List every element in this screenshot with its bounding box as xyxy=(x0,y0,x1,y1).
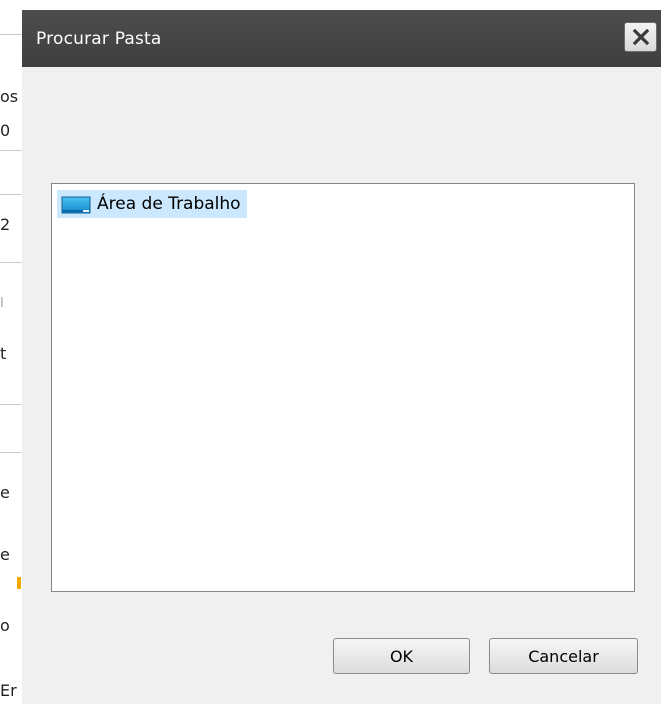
close-button[interactable] xyxy=(624,22,657,52)
background-window: os 0 2 I t e e o Er xyxy=(0,0,22,704)
browse-folder-dialog: Procurar Pasta Área de Trabalho OK Cance… xyxy=(22,10,661,704)
background-divider xyxy=(0,150,22,151)
background-text-fragment: o xyxy=(0,616,10,635)
background-divider xyxy=(0,262,22,263)
ok-button[interactable]: OK xyxy=(333,638,470,674)
background-text-fragment: e xyxy=(0,483,10,502)
background-text-fragment: I xyxy=(0,296,4,311)
screen: os 0 2 I t e e o Er Procurar Pasta Área … xyxy=(0,0,661,704)
close-icon xyxy=(632,29,649,45)
dialog-body: Área de Trabalho OK Cancelar xyxy=(22,67,661,704)
background-divider xyxy=(0,404,22,405)
background-text-fragment: e xyxy=(0,545,10,564)
background-text-fragment: 0 xyxy=(0,121,11,140)
background-text-fragment: t xyxy=(0,344,7,363)
tree-item-label: Área de Trabalho xyxy=(97,194,241,214)
dialog-titlebar[interactable]: Procurar Pasta xyxy=(22,10,661,67)
folder-tree[interactable]: Área de Trabalho xyxy=(51,183,635,592)
background-divider xyxy=(0,194,22,195)
background-top-strip xyxy=(22,0,661,8)
background-text-fragment: Er xyxy=(0,681,17,700)
background-text-fragment: os xyxy=(0,87,19,106)
cancel-button[interactable]: Cancelar xyxy=(489,638,638,674)
background-marker xyxy=(17,577,21,589)
dialog-title: Procurar Pasta xyxy=(36,29,162,49)
background-divider xyxy=(0,452,22,453)
background-divider xyxy=(0,34,22,35)
tree-item-desktop[interactable]: Área de Trabalho xyxy=(57,190,247,218)
desktop-icon xyxy=(61,196,91,214)
background-text-fragment: 2 xyxy=(0,215,11,234)
